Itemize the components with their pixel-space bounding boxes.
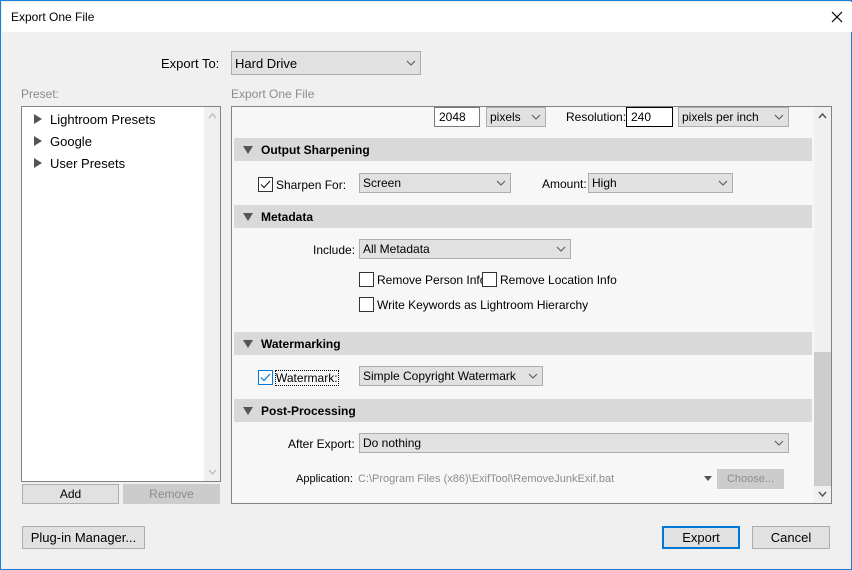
export-to-label: Export To: [161,56,220,71]
title-bar: Export One File [2,2,852,32]
collapse-arrow-icon [243,145,253,154]
after-export-select[interactable]: Do nothing [359,433,789,453]
include-label: Include: [313,243,356,257]
preset-folder-lightroom[interactable]: Lightroom Presets [32,109,156,129]
preset-folder-google[interactable]: Google [32,131,92,151]
section-title: Post-Processing [261,403,356,418]
preset-folder-label: Google [50,133,92,149]
export-button[interactable]: Export [662,526,740,549]
expand-arrow-icon [34,136,42,146]
section-title: Watermarking [261,336,341,351]
resolution-unit-value: pixels per inch [682,110,759,124]
remove-location-info-checkbox[interactable] [482,272,497,287]
size-unit-select[interactable]: pixels [486,107,546,127]
write-keywords-row[interactable]: Write Keywords as Lightroom Hierarchy [359,297,588,312]
section-title: Metadata [261,209,314,224]
watermark-value: Simple Copyright Watermark [363,369,516,383]
preset-scrollbar[interactable] [204,107,220,481]
collapse-arrow-icon [243,212,253,221]
close-button[interactable] [824,6,850,28]
section-post-processing[interactable]: Post-Processing [234,399,812,422]
settings-scrollbar[interactable] [814,107,831,503]
size-unit-value: pixels [490,110,521,124]
section-watermarking[interactable]: Watermarking [234,332,812,355]
application-label: Application: [296,473,353,485]
scroll-down-icon[interactable] [818,491,827,497]
cancel-button[interactable]: Cancel [752,526,830,549]
add-preset-button[interactable]: Add [22,484,119,504]
settings-scroll-area: 2048 pixels Resolution: 240 pixels per i… [231,106,832,504]
watermark-checkbox[interactable] [258,370,273,385]
chevron-down-icon [492,180,510,186]
chevron-down-icon [524,373,542,379]
application-dropdown-icon[interactable] [704,476,712,481]
chevron-down-icon [402,60,420,66]
include-value: All Metadata [363,242,430,256]
chevron-down-icon [770,114,788,120]
export-to-value: Hard Drive [235,55,298,71]
export-to-select[interactable]: Hard Drive [231,51,421,75]
plugin-manager-button[interactable]: Plug-in Manager... [22,526,145,549]
chevron-down-icon [770,440,788,446]
write-keywords-label: Write Keywords as Lightroom Hierarchy [377,297,589,312]
sharpen-for-checkbox[interactable] [258,177,273,192]
chevron-down-icon [527,114,545,120]
watermark-select[interactable]: Simple Copyright Watermark [359,366,543,386]
choose-application-button[interactable]: Choose... [717,469,784,489]
write-keywords-checkbox[interactable] [359,297,374,312]
size-value-input[interactable]: 2048 [434,107,480,127]
collapse-arrow-icon [243,339,253,348]
scroll-up-icon[interactable] [818,113,827,119]
section-output-sharpening[interactable]: Output Sharpening [234,138,812,161]
remove-person-info-checkbox[interactable] [359,272,374,287]
after-export-label: After Export: [288,437,355,451]
preset-folder-label: Lightroom Presets [50,111,156,127]
application-path: C:\Program Files (x86)\ExifTool\RemoveJu… [358,473,615,485]
window-title: Export One File [11,10,95,24]
resolution-input[interactable]: 240 [626,107,673,127]
sharpen-for-label: Sharpen For: [276,177,347,192]
section-metadata[interactable]: Metadata [234,205,812,228]
resolution-unit-select[interactable]: pixels per inch [678,107,789,127]
watermark-label: Watermark: [275,369,339,386]
include-select[interactable]: All Metadata [359,239,571,259]
checkmark-icon [260,180,271,189]
remove-person-info-row[interactable]: Remove Person Info [359,272,486,287]
remove-preset-button[interactable]: Remove [123,484,220,504]
sharpen-for-value: Screen [363,176,402,190]
sharpen-for-select[interactable]: Screen [359,173,511,193]
sharpen-for-checkbox-row[interactable]: Sharpen For: [258,177,346,192]
collapse-arrow-icon [243,406,253,415]
after-export-value: Do nothing [363,436,422,450]
scroll-down-icon[interactable] [208,469,217,475]
amount-value: High [592,176,617,190]
scroll-up-icon[interactable] [208,113,217,119]
expand-arrow-icon [34,114,42,124]
checkmark-icon [260,373,271,382]
preset-folder-label: User Presets [50,155,126,171]
amount-label: Amount: [542,177,587,191]
chevron-down-icon [552,246,570,252]
close-icon [831,11,843,23]
scrollbar-thumb[interactable] [814,352,831,486]
preset-label: Preset: [21,87,60,101]
settings-panel-label: Export One File [231,87,315,101]
remove-person-info-label: Remove Person Info [377,272,487,287]
section-title: Output Sharpening [261,142,370,157]
preset-folder-user[interactable]: User Presets [32,153,125,173]
remove-location-info-label: Remove Location Info [500,272,617,287]
resolution-label: Resolution: [566,110,627,124]
preset-tree: Lightroom Presets Google User Presets [21,106,221,482]
amount-select[interactable]: High [588,173,733,193]
watermark-checkbox-row[interactable]: Watermark: [258,369,339,386]
remove-location-info-row[interactable]: Remove Location Info [482,272,617,287]
expand-arrow-icon [34,158,42,168]
chevron-down-icon [714,180,732,186]
